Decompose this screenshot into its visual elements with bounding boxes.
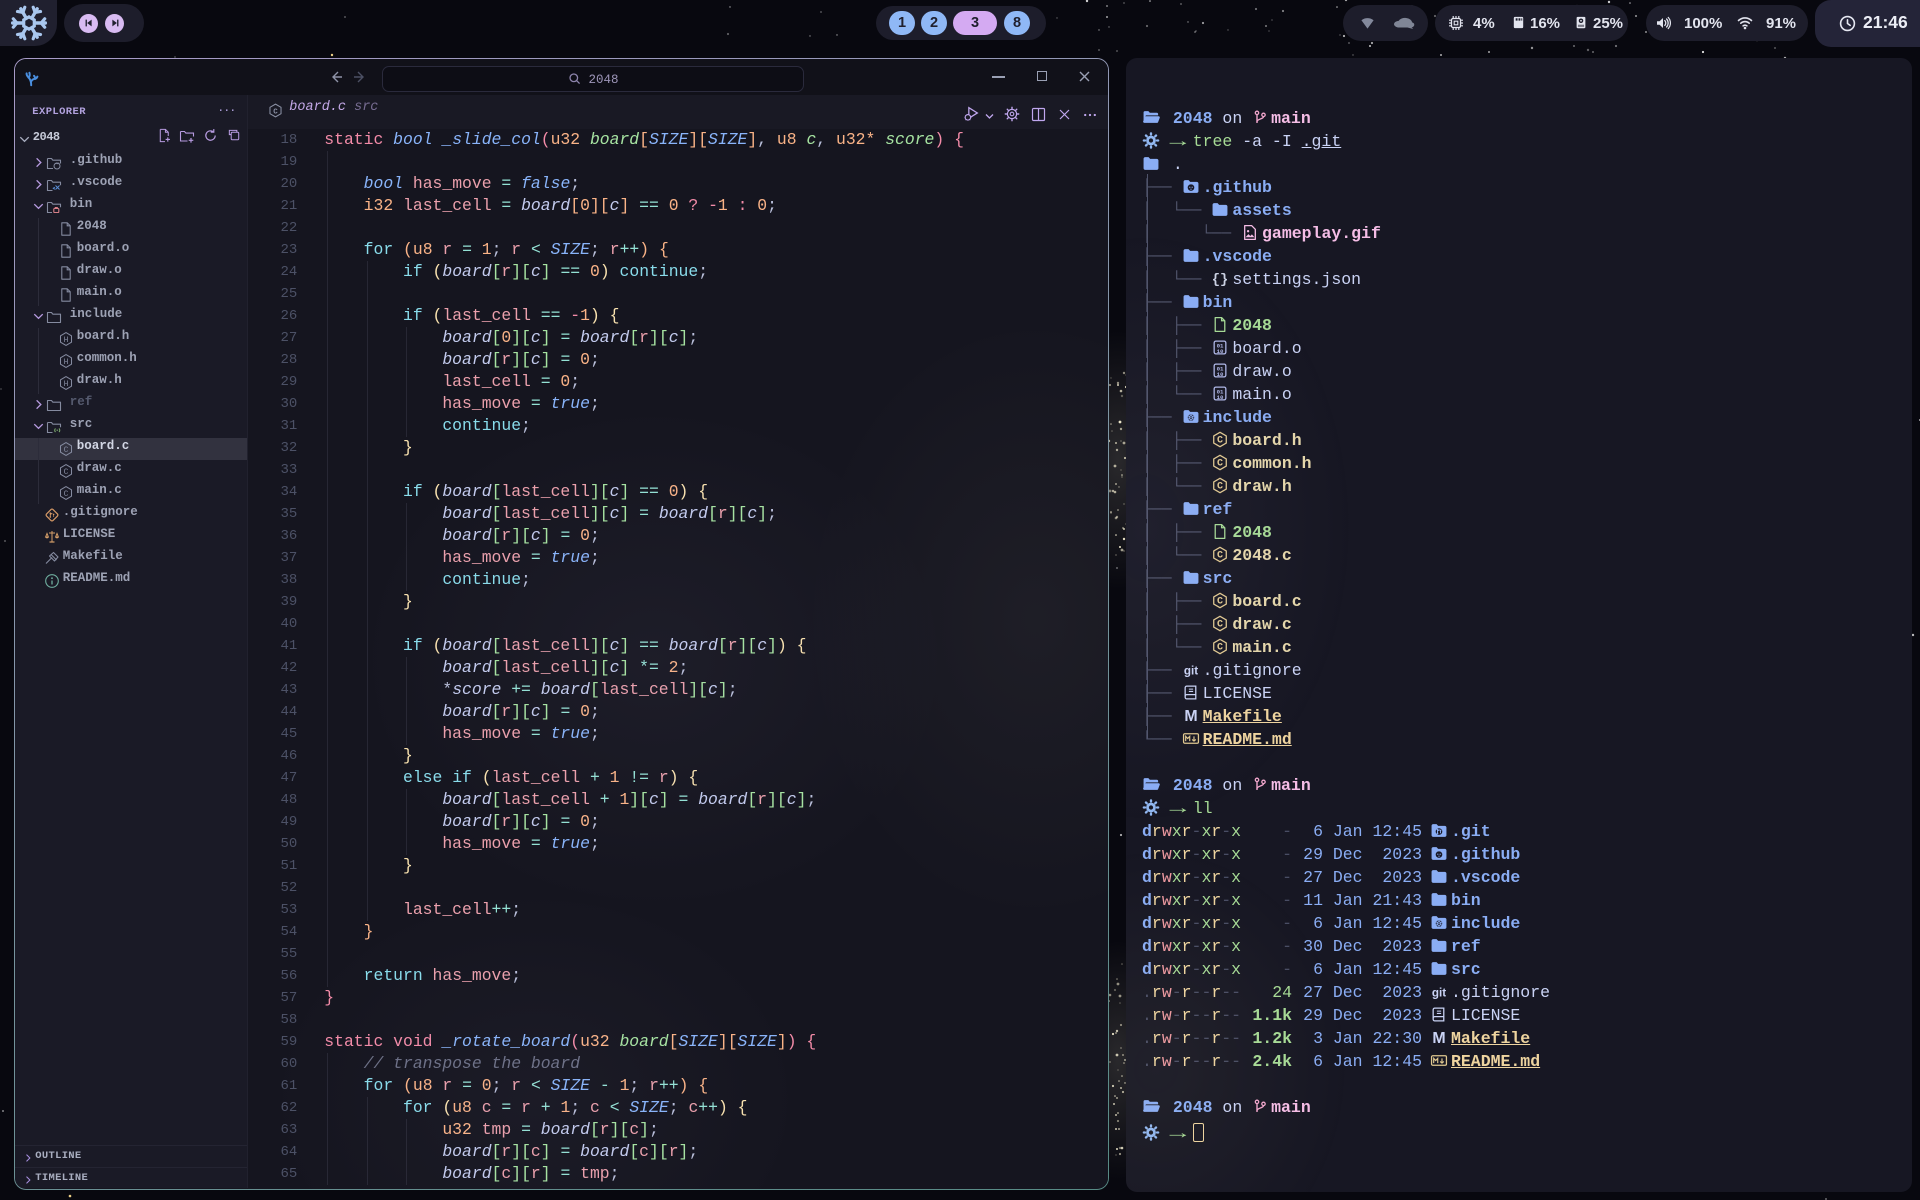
svg-text:H: H [63,336,68,345]
svg-text:C: C [1217,620,1223,631]
svg-text:{}: {} [1212,272,1229,287]
svg-text:C: C [1217,459,1223,470]
svg-text:C: C [63,490,68,499]
svg-text:C: C [1217,597,1223,608]
svg-text:M: M [1432,1030,1445,1046]
svg-text:M: M [1184,708,1197,724]
svg-text:git: git [1183,664,1197,677]
svg-text:C: C [1217,551,1223,562]
svg-text:C: C [63,446,68,455]
svg-text:H: H [63,358,68,367]
svg-text:git: git [1432,986,1446,999]
svg-text:10: 10 [1217,371,1224,378]
svg-text:H: H [63,380,68,389]
svg-text:C: C [1217,643,1223,654]
svg-text:C: C [274,109,279,117]
svg-text:10: 10 [1217,348,1224,355]
svg-text:C: C [1217,436,1223,447]
svg-text:C: C [1217,482,1223,493]
svg-text:C: C [63,468,68,477]
svg-text:10: 10 [1217,394,1224,401]
